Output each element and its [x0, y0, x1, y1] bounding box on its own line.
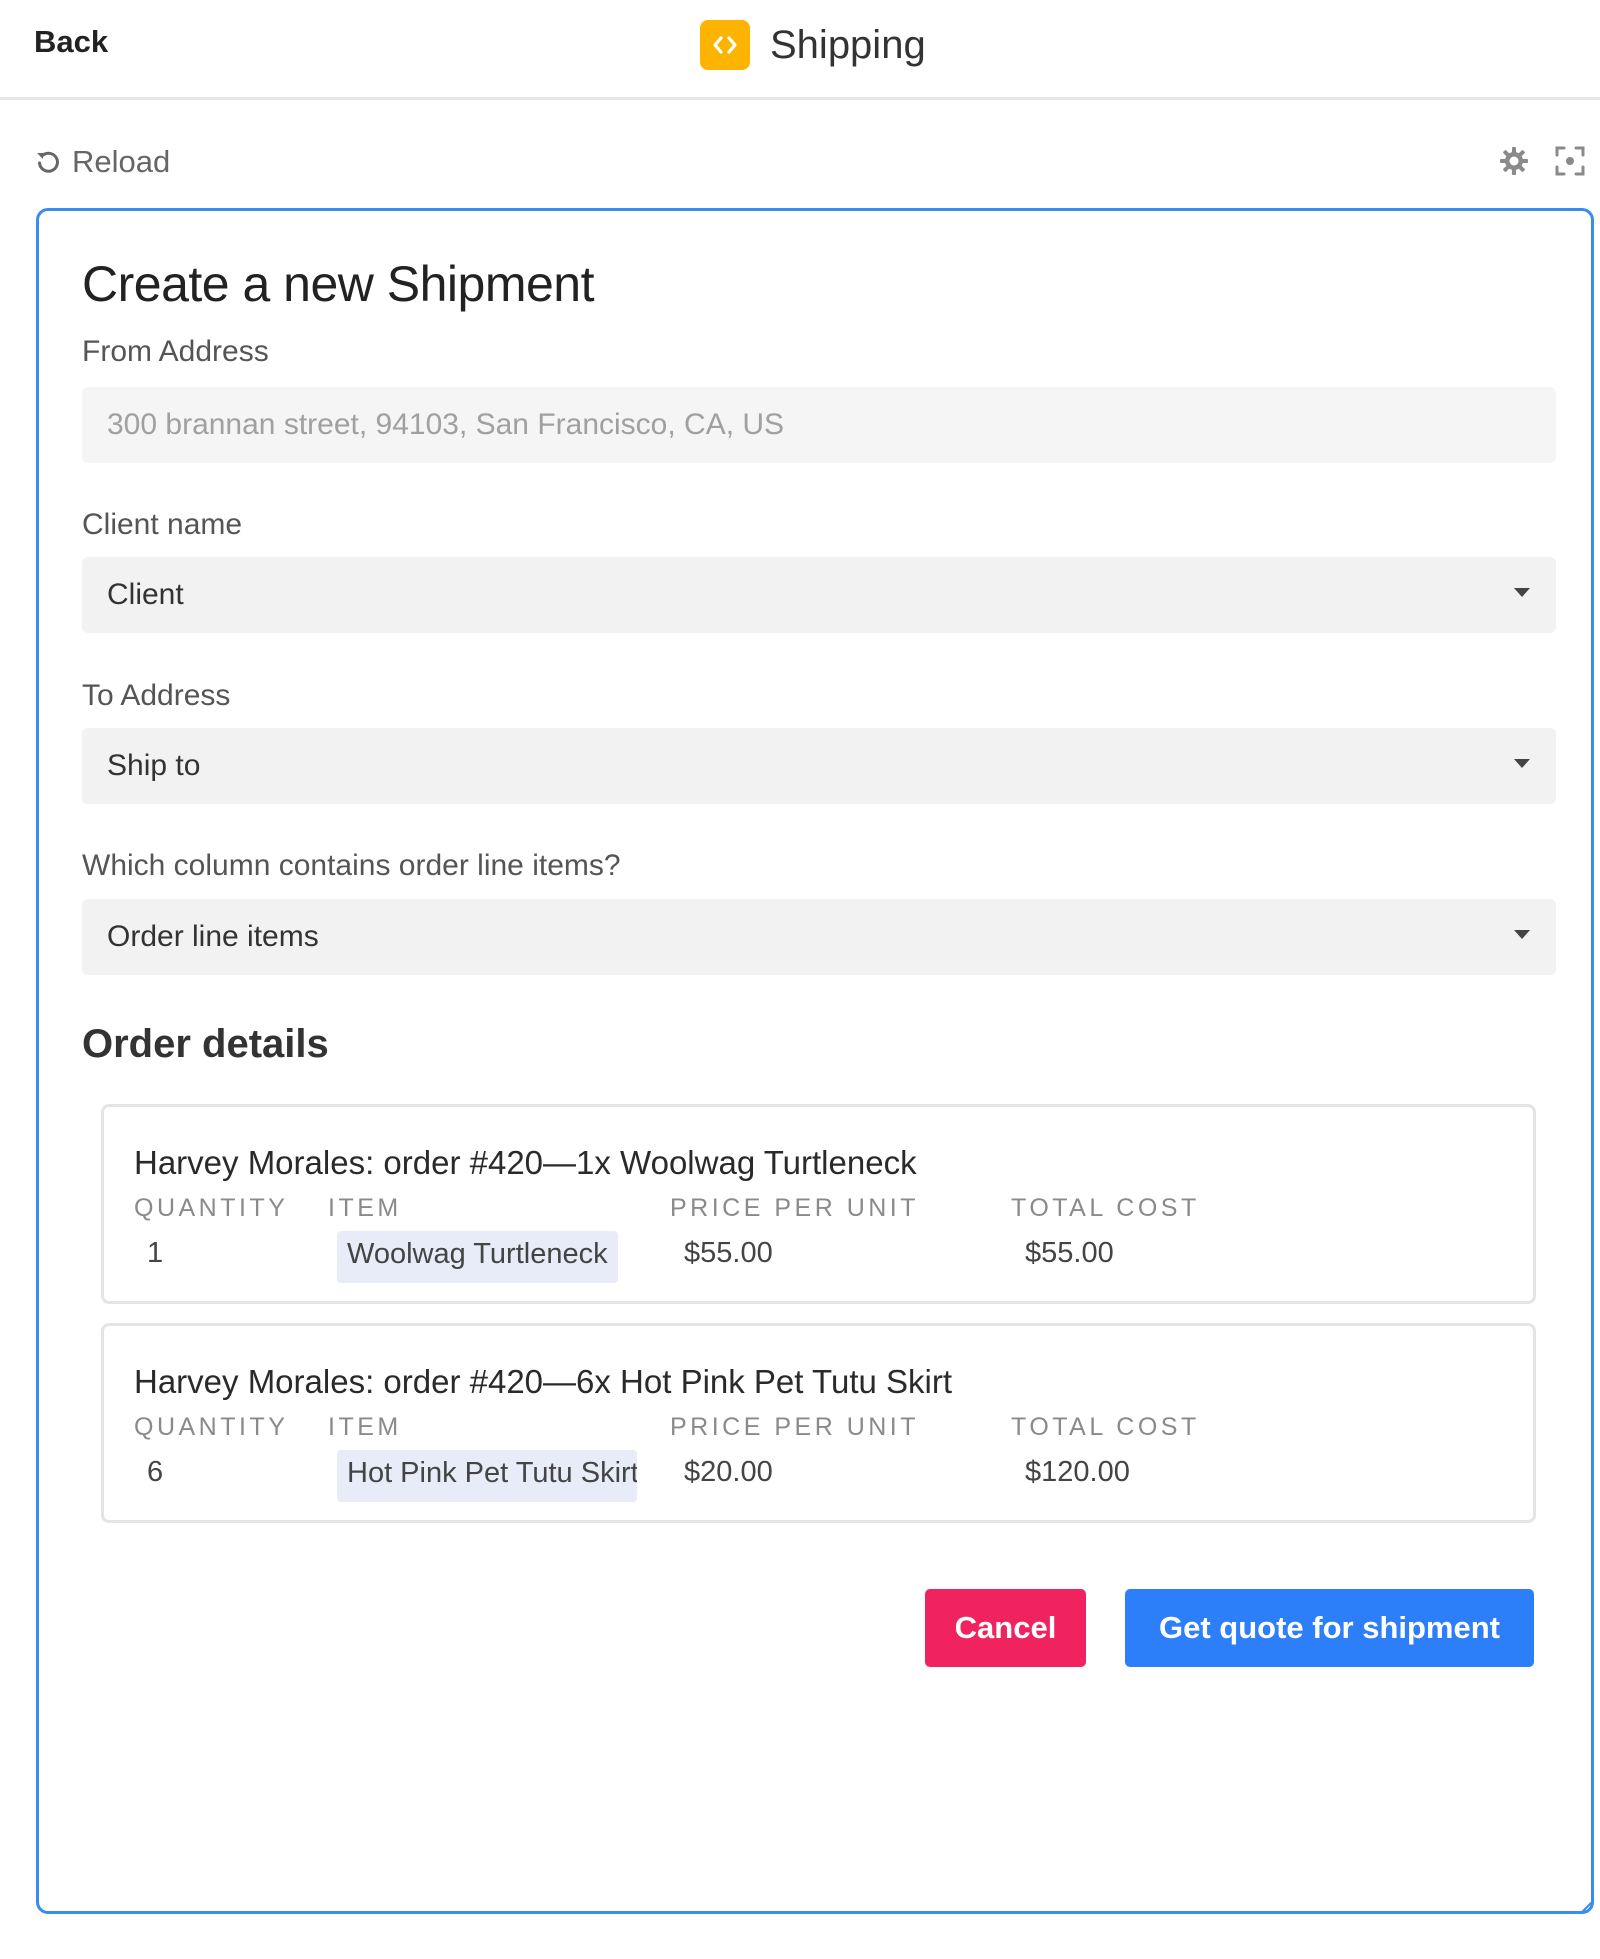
item-header: Item [328, 1413, 402, 1441]
price-per-unit-header: Price per unit [670, 1413, 920, 1441]
price-per-unit-value: $20.00 [684, 1456, 773, 1488]
order-card: Harvey Morales: order #420—1x Woolwag Tu… [101, 1104, 1536, 1304]
total-cost-header: Total cost [1011, 1413, 1200, 1441]
to-address-value: Ship to [107, 749, 201, 782]
chevron-down-icon [1514, 759, 1530, 768]
total-cost-value: $55.00 [1025, 1237, 1114, 1269]
price-per-unit-header: Price per unit [670, 1194, 920, 1222]
get-quote-button[interactable]: Get quote for shipment [1125, 1589, 1534, 1667]
code-brackets-icon [700, 20, 750, 70]
price-per-unit-value: $55.00 [684, 1237, 773, 1269]
top-bar: Back Shipping [0, 0, 1600, 100]
back-button[interactable]: Back [34, 24, 108, 60]
quantity-value: 6 [147, 1456, 164, 1488]
to-address-select[interactable]: Ship to [82, 728, 1556, 804]
from-address-label: From Address [82, 335, 269, 368]
quantity-header: Quantity [134, 1194, 289, 1222]
form-title: Create a new Shipment [82, 256, 595, 312]
line-items-column-select[interactable]: Order line items [82, 899, 1556, 975]
client-name-value: Client [107, 578, 184, 611]
toolbar: Reload [0, 140, 1600, 190]
resize-handle-icon[interactable] [1576, 1896, 1594, 1914]
expand-icon[interactable] [1553, 144, 1587, 178]
order-title: Harvey Morales: order #420—6x Hot Pink P… [134, 1363, 953, 1400]
total-cost-value: $120.00 [1025, 1456, 1130, 1488]
from-address-placeholder: 300 brannan street, 94103, San Francisco… [107, 408, 785, 441]
from-address-input[interactable]: 300 brannan street, 94103, San Francisco… [82, 387, 1556, 463]
item-chip[interactable]: Hot Pink Pet Tutu Skirt [337, 1450, 637, 1502]
order-title: Harvey Morales: order #420—1x Woolwag Tu… [134, 1144, 917, 1181]
reload-button[interactable]: Reload [34, 144, 170, 180]
chevron-down-icon [1514, 930, 1530, 939]
to-address-label: To Address [82, 679, 231, 712]
app-header: Shipping [700, 18, 926, 72]
client-name-select[interactable]: Client [82, 557, 1556, 633]
quantity-header: Quantity [134, 1413, 289, 1441]
shipment-form-frame: Create a new Shipment From Address 300 b… [36, 208, 1594, 1914]
reload-icon [34, 148, 62, 176]
quantity-value: 1 [147, 1237, 164, 1269]
cancel-button[interactable]: Cancel [925, 1589, 1086, 1667]
gear-icon[interactable] [1497, 144, 1531, 178]
item-chip[interactable]: Woolwag Turtleneck [337, 1231, 618, 1283]
item-header: Item [328, 1194, 402, 1222]
reload-label: Reload [72, 144, 171, 179]
line-items-column-label: Which column contains order line items? [82, 849, 621, 882]
order-details-title: Order details [82, 1022, 329, 1066]
order-card: Harvey Morales: order #420—6x Hot Pink P… [101, 1323, 1536, 1523]
app-title: Shipping [770, 22, 926, 67]
client-name-label: Client name [82, 508, 243, 541]
chevron-down-icon [1514, 588, 1530, 597]
total-cost-header: Total cost [1011, 1194, 1200, 1222]
line-items-column-value: Order line items [107, 920, 319, 953]
